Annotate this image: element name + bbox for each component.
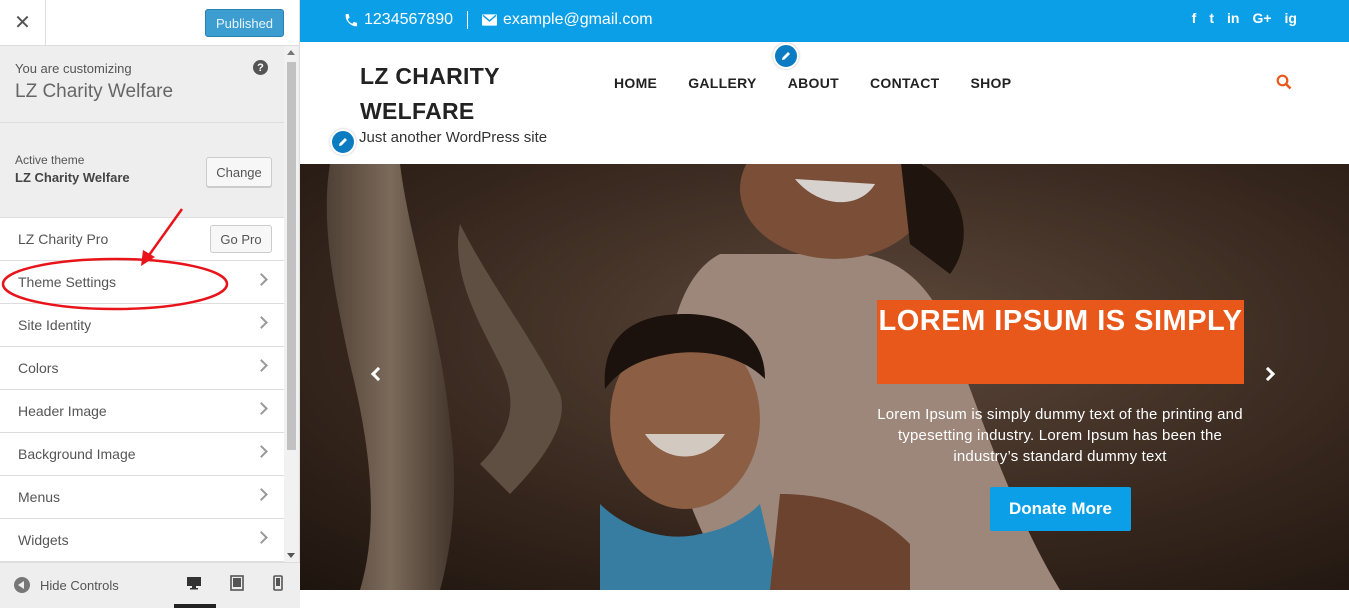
divider bbox=[466, 11, 468, 29]
nav-about[interactable]: ABOUT bbox=[788, 75, 839, 91]
mobile-preview-icon[interactable] bbox=[270, 575, 286, 591]
site-tagline: Just another WordPress site bbox=[359, 129, 548, 146]
sidebar-item-label: Header Image bbox=[18, 403, 107, 419]
google-plus-icon[interactable]: G+ bbox=[1252, 10, 1271, 26]
edit-menu-pencil-icon[interactable] bbox=[773, 43, 799, 69]
site-title[interactable]: LZ CHARITY WELFARE bbox=[360, 59, 550, 129]
nav-gallery[interactable]: GALLERY bbox=[688, 75, 756, 91]
nav-contact[interactable]: CONTACT bbox=[870, 75, 940, 91]
desktop-preview-icon[interactable] bbox=[186, 575, 202, 591]
sidebar-scrollbar[interactable] bbox=[284, 46, 298, 562]
contact-info: 1234567890 example@gmail.com bbox=[343, 11, 653, 29]
scroll-up-icon[interactable] bbox=[287, 50, 295, 55]
edit-title-pencil-icon[interactable] bbox=[330, 129, 356, 155]
sidebar-item-widgets[interactable]: Widgets bbox=[0, 519, 284, 562]
pro-section: LZ Charity Pro Go Pro bbox=[0, 218, 284, 261]
hero-description: Lorem Ipsum is simply dummy text of the … bbox=[877, 406, 1243, 465]
tablet-preview-icon[interactable] bbox=[229, 575, 245, 591]
hero-slider: LOREM IPSUM IS SIMPLY Lorem Ipsum is sim… bbox=[300, 164, 1349, 590]
hide-controls-label: Hide Controls bbox=[40, 577, 119, 593]
contact-topbar: 1234567890 example@gmail.com f t in G+ i… bbox=[300, 0, 1349, 42]
go-pro-button[interactable]: Go Pro bbox=[210, 225, 272, 253]
sidebar-item-label: Colors bbox=[18, 360, 59, 376]
social-links: f t in G+ ig bbox=[1192, 10, 1297, 26]
site-preview: 1234567890 example@gmail.com f t in G+ i… bbox=[300, 0, 1349, 608]
facebook-icon[interactable]: f bbox=[1192, 10, 1197, 26]
donate-more-button[interactable]: Donate More bbox=[990, 487, 1131, 531]
nav-home[interactable]: HOME bbox=[614, 75, 657, 91]
sidebar-item-site-identity[interactable]: Site Identity bbox=[0, 304, 284, 347]
pro-label: LZ Charity Pro bbox=[18, 231, 109, 247]
change-theme-button[interactable]: Change bbox=[206, 157, 272, 187]
scrollbar-thumb[interactable] bbox=[287, 62, 296, 450]
search-icon[interactable] bbox=[1276, 74, 1292, 90]
email-address[interactable]: example@gmail.com bbox=[503, 11, 653, 29]
sidebar-item-label: Menus bbox=[18, 489, 61, 505]
hero-title: LOREM IPSUM IS SIMPLY bbox=[877, 300, 1244, 384]
scroll-down-icon[interactable] bbox=[287, 553, 295, 558]
sidebar-item-background-image[interactable]: Background Image bbox=[0, 433, 284, 476]
close-customizer-button[interactable]: ✕ bbox=[0, 0, 46, 45]
sidebar-footer: Hide Controls bbox=[0, 562, 300, 608]
collapse-icon bbox=[14, 577, 30, 593]
customizing-label: You are customizing bbox=[15, 61, 132, 76]
site-header: LZ CHARITY WELFARE Just another WordPres… bbox=[300, 42, 1349, 164]
active-theme-section: Active theme LZ Charity Welfare Change bbox=[0, 123, 284, 218]
hide-controls-button[interactable]: Hide Controls bbox=[14, 577, 119, 593]
chevron-right-icon bbox=[255, 316, 268, 329]
phone-number[interactable]: 1234567890 bbox=[364, 11, 453, 29]
sidebar-item-label: Theme Settings bbox=[18, 274, 117, 290]
preview-bottom-strip bbox=[300, 590, 1349, 608]
sidebar-header: ✕ Published bbox=[0, 0, 299, 46]
sidebar-item-label: Site Identity bbox=[18, 317, 92, 333]
customizer-sections: LZ Charity Pro Go Pro Theme Settings Sit… bbox=[0, 218, 284, 562]
chevron-right-icon bbox=[255, 273, 268, 286]
sidebar-item-theme-settings[interactable]: Theme Settings bbox=[0, 261, 284, 304]
close-icon: ✕ bbox=[14, 12, 31, 34]
chevron-right-icon bbox=[255, 402, 268, 415]
sidebar-item-colors[interactable]: Colors bbox=[0, 347, 284, 390]
chevron-right-icon bbox=[255, 488, 268, 501]
chevron-right-icon bbox=[255, 359, 268, 372]
customizing-info: You are customizing LZ Charity Welfare ? bbox=[0, 46, 284, 123]
site-name: LZ Charity Welfare bbox=[15, 81, 174, 102]
help-icon[interactable]: ? bbox=[253, 60, 268, 75]
linkedin-icon[interactable]: in bbox=[1227, 10, 1239, 26]
main-navigation: HOME GALLERY ABOUT CONTACT SHOP bbox=[614, 75, 1042, 91]
sidebar-panel: You are customizing LZ Charity Welfare ?… bbox=[0, 46, 284, 562]
chevron-right-icon bbox=[255, 531, 268, 544]
active-device-indicator bbox=[174, 604, 216, 608]
published-button[interactable]: Published bbox=[205, 9, 284, 37]
phone-icon bbox=[345, 13, 358, 26]
sidebar-item-menus[interactable]: Menus bbox=[0, 476, 284, 519]
sidebar-item-label: Background Image bbox=[18, 446, 136, 462]
email-icon bbox=[481, 14, 497, 26]
twitter-icon[interactable]: t bbox=[1209, 10, 1214, 26]
sidebar-item-header-image[interactable]: Header Image bbox=[0, 390, 284, 433]
instagram-icon[interactable]: ig bbox=[1285, 10, 1297, 26]
customizer-sidebar: ✕ Published You are customizing LZ Chari… bbox=[0, 0, 300, 608]
chevron-right-icon bbox=[255, 445, 268, 458]
sidebar-item-label: Widgets bbox=[18, 532, 69, 548]
nav-shop[interactable]: SHOP bbox=[970, 75, 1011, 91]
